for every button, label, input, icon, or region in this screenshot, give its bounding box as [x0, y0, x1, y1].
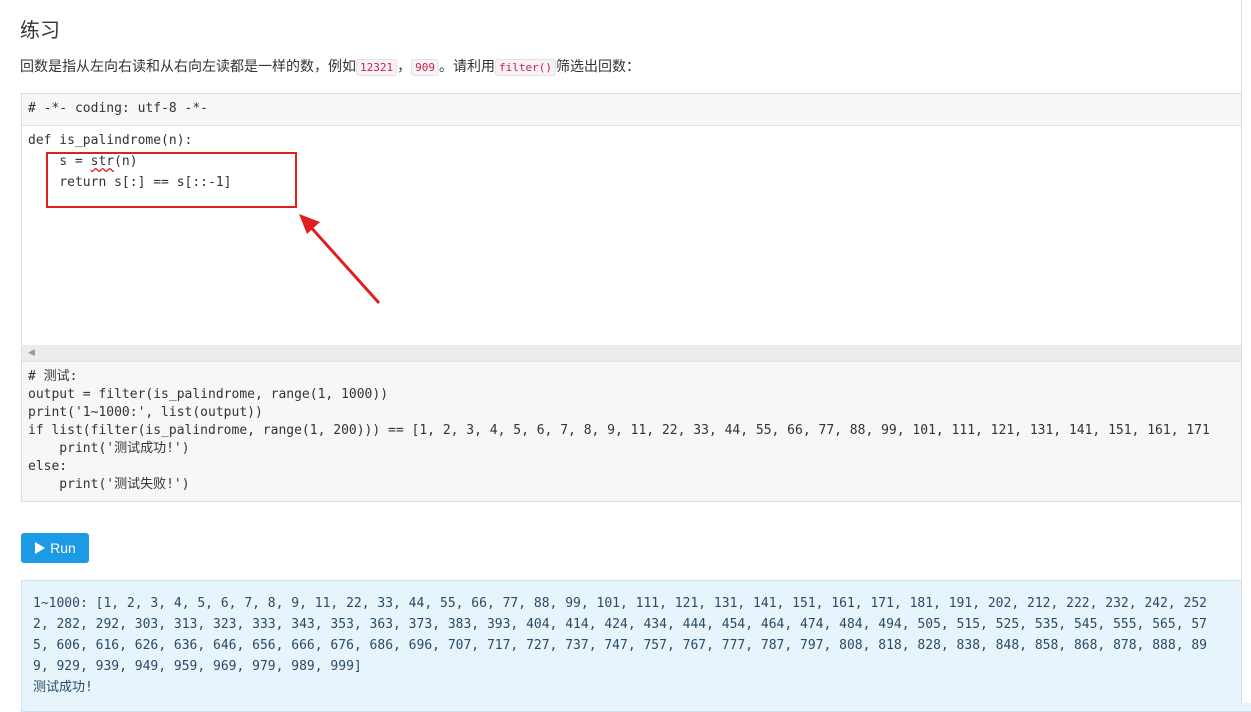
- exercise-description: 回数是指从左向右读和从右向左读都是一样的数，例如 12321， 909 。请利用 fil…: [20, 56, 640, 76]
- filter-function-code: filter(): [495, 59, 556, 76]
- coding-header-line: # -*- coding: utf-8 -*-: [28, 101, 209, 116]
- output-line: 9, 929, 939, 949, 959, 969, 979, 989, 99…: [33, 659, 362, 674]
- test-line: # 测试:: [28, 369, 78, 384]
- arrow-shaft: [306, 222, 381, 305]
- test-line: else:: [28, 459, 68, 474]
- example-code-12321: 12321: [356, 59, 398, 76]
- test-code-section: # 测试: output = filter(is_palindrome, ran…: [22, 361, 1251, 501]
- page-right-edge: [1241, 0, 1251, 703]
- annotation-highlight-box: [46, 152, 297, 208]
- output-line: 1~1000: [1, 2, 3, 4, 5, 6, 7, 8, 9, 11, …: [33, 596, 1207, 611]
- code-line-def[interactable]: def is_palindrome(n):: [28, 132, 192, 150]
- run-button[interactable]: Run: [21, 533, 89, 563]
- output-line: 2, 282, 292, 303, 313, 323, 333, 343, 35…: [33, 617, 1207, 632]
- example-code-909: 909: [411, 59, 439, 76]
- test-line: print('1~1000:', list(output)): [28, 405, 263, 420]
- editor-header: # -*- coding: utf-8 -*-: [22, 94, 1251, 126]
- arrow-head: [299, 214, 320, 234]
- description-suffix: 筛选出回数：: [555, 58, 640, 74]
- test-line: output = filter(is_palindrome, range(1, …: [28, 387, 389, 402]
- test-line: print('测试成功!'): [28, 441, 190, 456]
- test-line: if list(filter(is_palindrome, range(1, 2…: [28, 423, 1210, 438]
- output-panel: 1~1000: [1, 2, 3, 4, 5, 6, 7, 8, 9, 11, …: [21, 580, 1251, 712]
- play-icon: [35, 542, 46, 554]
- output-result-line: 测试成功!: [33, 680, 93, 695]
- description-prefix: 回数是指从左向右读和从右向左读都是一样的数，例如: [20, 58, 356, 74]
- run-button-label: Run: [50, 540, 76, 556]
- horizontal-scrollbar[interactable]: ◀: [22, 345, 1251, 361]
- annotation-arrow-icon: [299, 214, 381, 305]
- page-title: 练习: [20, 20, 60, 42]
- scroll-left-arrow-icon[interactable]: ◀: [28, 347, 35, 358]
- test-line: print('测试失败!'): [28, 477, 190, 492]
- description-separator: ，: [397, 58, 412, 74]
- description-middle: 。请利用: [439, 58, 495, 74]
- output-line: 5, 606, 616, 626, 636, 646, 656, 666, 67…: [33, 638, 1207, 653]
